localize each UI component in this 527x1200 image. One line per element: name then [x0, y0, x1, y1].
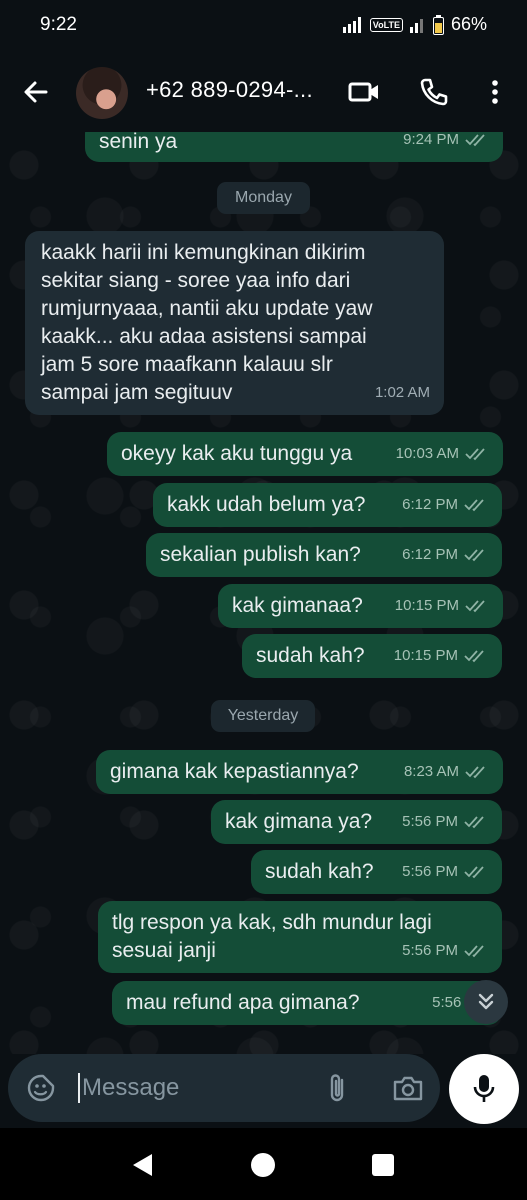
date-divider: Yesterday — [211, 700, 315, 732]
double-check-icon — [465, 600, 485, 613]
double-chevron-down-icon — [478, 993, 494, 1010]
message-input[interactable]: Message — [78, 1073, 179, 1103]
double-check-icon — [464, 945, 484, 958]
message-time: 10:03 AM — [395, 445, 459, 462]
message-text: kakk udah belum ya? — [167, 493, 366, 516]
message-meta: 9:24 PM — [403, 132, 489, 154]
message-bubble-out[interactable]: sudah kah? 5:56 PM — [251, 850, 502, 894]
message-bubble-out[interactable]: okeyy kak aku tunggu ya 10:03 AM — [107, 432, 503, 476]
message-text: tlg respon ya kak, sdh mundur lagi sesua… — [112, 911, 432, 962]
message-meta: 1:02 AM — [375, 379, 430, 407]
message-time: 1:02 AM — [374, 384, 430, 401]
back-arrow-icon[interactable] — [18, 74, 54, 110]
message-meta: 6:12 PM — [402, 541, 488, 569]
message-bubble-out[interactable]: senin ya 9:24 PM — [85, 132, 503, 162]
message-time: 6:12 PM — [402, 546, 458, 563]
microphone-icon — [473, 1075, 495, 1102]
message-time: 10:15 PM — [393, 647, 458, 664]
message-time: 5:56 PM — [402, 813, 458, 830]
message-text: kak gimana ya? — [225, 810, 373, 833]
scroll-to-bottom-button[interactable] — [464, 980, 508, 1024]
contact-name[interactable]: +62 889-0294-... — [146, 77, 313, 103]
voice-record-button[interactable] — [449, 1054, 519, 1124]
cell-signal-icon — [342, 16, 361, 33]
contact-avatar[interactable] — [76, 67, 128, 119]
message-meta: 10:15 PM — [395, 592, 489, 620]
message-text: sudah kah? — [265, 860, 374, 883]
status-bar: 9:22 VoLTE 66% — [0, 0, 527, 52]
message-meta: 5:56 PM — [402, 808, 488, 836]
nav-home-icon[interactable] — [250, 1152, 276, 1178]
message-meta: 8:23 AM — [404, 758, 489, 786]
message-text: sudah kah? — [256, 644, 365, 667]
double-check-icon — [464, 816, 484, 829]
message-text: okeyy kak aku tunggu ya — [121, 442, 353, 465]
message-meta: 5:56 PM — [402, 937, 488, 965]
double-check-icon — [464, 866, 484, 879]
message-time: 5:56 PM — [402, 863, 458, 880]
nav-recents-icon[interactable] — [371, 1153, 395, 1177]
date-divider: Monday — [217, 182, 310, 214]
message-text: senin ya — [99, 132, 178, 153]
camera-icon[interactable] — [392, 1074, 424, 1102]
message-bubble-out[interactable]: kakk udah belum ya? 6:12 PM — [153, 483, 502, 527]
message-time: 5:56 PM — [402, 942, 458, 959]
message-meta: 6:12 PM — [402, 491, 488, 519]
double-check-icon — [464, 549, 484, 562]
message-meta: 10:03 AM — [396, 440, 489, 468]
battery-icon — [432, 14, 444, 35]
message-text: sekalian publish kan? — [160, 543, 361, 566]
volte-badge: VoLTE — [369, 17, 403, 32]
message-bubble-out[interactable]: sekalian publish kan? 6:12 PM — [146, 533, 502, 577]
status-time: 9:22 — [40, 14, 77, 35]
message-text: kak gimanaa? — [232, 594, 363, 617]
more-options-icon[interactable] — [477, 74, 513, 110]
message-composer[interactable]: Message — [8, 1054, 440, 1122]
message-bubble-in[interactable]: kaakk harii ini kemungkinan dikirim seki… — [25, 231, 444, 415]
double-check-icon — [464, 499, 484, 512]
message-time: 6:12 PM — [402, 496, 458, 513]
double-check-icon — [465, 448, 485, 461]
status-indicators: VoLTE 66% — [342, 14, 487, 35]
system-nav-bar — [0, 1128, 527, 1200]
chat-area[interactable]: senin ya 9:24 PM Monday kaakk harii ini … — [0, 132, 527, 1054]
message-meta: 5:56 PM — [402, 858, 488, 886]
message-text: mau refund apa gimana? — [126, 991, 360, 1014]
message-bubble-out[interactable]: tlg respon ya kak, sdh mundur lagi sesua… — [98, 901, 502, 973]
cell-signal-2-icon — [409, 18, 423, 33]
double-check-icon — [464, 650, 484, 663]
attach-paperclip-icon[interactable] — [324, 1072, 350, 1104]
message-bubble-out[interactable]: gimana kak kepastiannya? 8:23 AM — [96, 750, 503, 794]
double-check-icon — [465, 134, 485, 147]
double-check-icon — [465, 766, 485, 779]
sticker-icon[interactable] — [26, 1073, 56, 1103]
chat-header: +62 889-0294-... — [0, 52, 527, 132]
message-bubble-out[interactable]: mau refund apa gimana? 5:56 PM — [112, 981, 502, 1025]
message-bubble-out[interactable]: sudah kah? 10:15 PM — [242, 634, 502, 678]
message-bubble-out[interactable]: kak gimanaa? 10:15 PM — [218, 584, 503, 628]
voice-call-icon[interactable] — [416, 74, 452, 110]
message-text: kaakk harii ini kemungkinan dikirim seki… — [41, 241, 373, 404]
message-bubble-out[interactable]: kak gimana ya? 5:56 PM — [211, 800, 502, 844]
message-text: gimana kak kepastiannya? — [110, 760, 359, 783]
message-meta: 10:15 PM — [394, 642, 488, 670]
message-time: 9:24 PM — [403, 132, 459, 148]
message-time: 8:23 AM — [403, 763, 459, 780]
battery-level: 66% — [450, 14, 487, 34]
nav-back-icon[interactable] — [130, 1152, 156, 1178]
video-call-icon[interactable] — [346, 74, 382, 110]
message-time: 10:15 PM — [394, 597, 459, 614]
